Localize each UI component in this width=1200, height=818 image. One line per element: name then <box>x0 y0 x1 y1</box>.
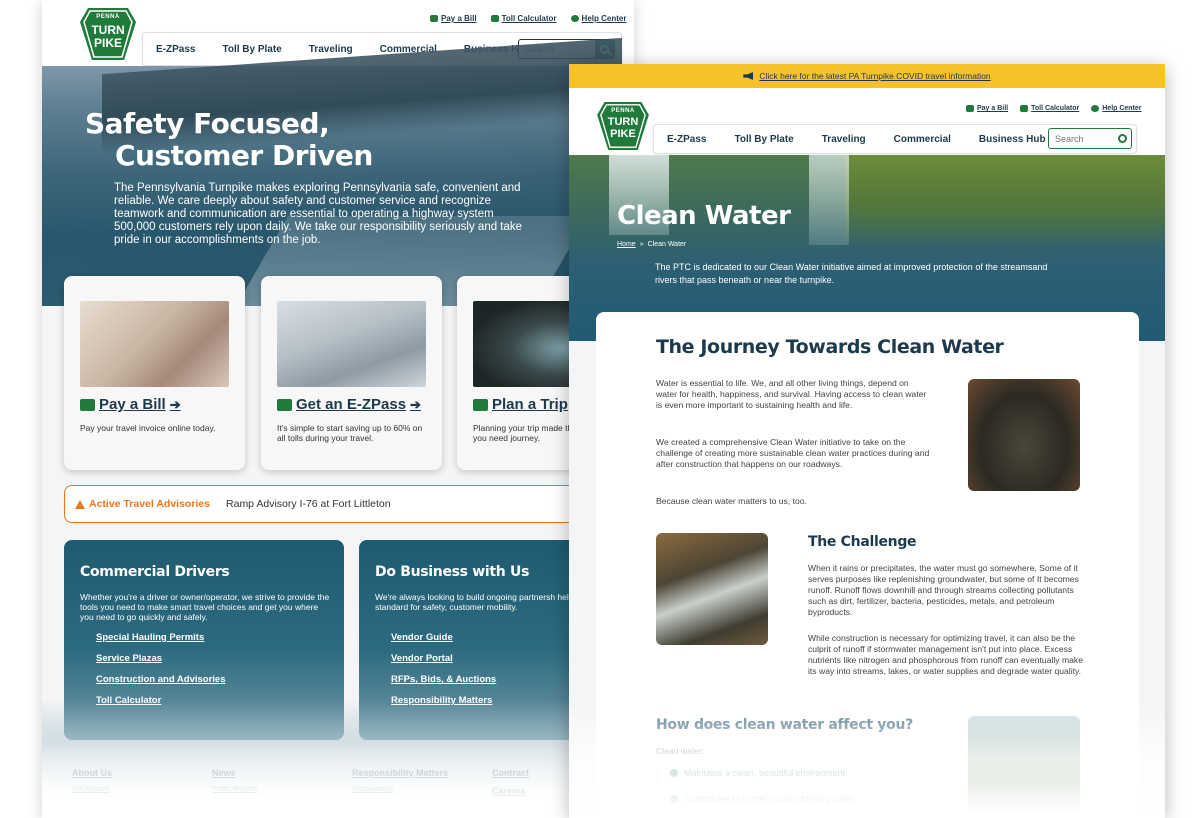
river-photo <box>968 716 1080 816</box>
utility-links: Pay a Bill Toll Calculator Help Center <box>966 105 1142 112</box>
hero-description: The PTC is dedicated to our Clean Water … <box>655 262 1048 285</box>
plan-trip-title[interactable]: Plan a Trip <box>473 396 568 413</box>
affect-heading: How does clean water affect you? <box>656 717 913 733</box>
nav-ezpass[interactable]: E-ZPass <box>667 134 706 145</box>
rfps-link[interactable]: RFPs, Bids, & Auctions <box>391 674 496 685</box>
initiative-paragraph: We created a comprehensive Clean Water i… <box>656 437 930 469</box>
footer-link[interactable]: News <box>212 768 352 778</box>
waterfall-photo <box>656 533 768 645</box>
foliage-image <box>845 155 1165 245</box>
construction-paragraph: While construction is necessary for opti… <box>808 633 1084 676</box>
help-center-link[interactable]: Help Center <box>1091 105 1142 112</box>
check-item: Maintains a clean, beautiful environment <box>670 768 845 778</box>
megaphone-icon <box>743 72 754 80</box>
special-hauling-link[interactable]: Special Hauling Permits <box>96 632 226 643</box>
covid-banner[interactable]: Click here for the latest PA Turnpike CO… <box>569 64 1165 88</box>
advisory-label: Active Travel Advisories <box>89 498 211 510</box>
panel-desc: Whether you're a driver or owner/operato… <box>80 592 330 622</box>
ezpass-title[interactable]: Get an E-ZPass ➔ <box>277 396 421 413</box>
help-icon <box>570 15 579 22</box>
help-icon <box>1091 105 1100 112</box>
homepage-window: PENNA TURN PIKE Pay a Bill Toll Calculat… <box>42 0 634 818</box>
nav-toll-by-plate[interactable]: Toll By Plate <box>222 44 281 55</box>
card-ezpass[interactable]: Get an E-ZPass ➔ It's simple to start sav… <box>261 276 442 470</box>
breadcrumb-home[interactable]: Home <box>617 241 636 248</box>
toll-calculator-link[interactable]: Toll Calculator <box>490 14 557 23</box>
search-button[interactable] <box>1113 129 1131 148</box>
help-center-link[interactable]: Help Center <box>570 14 626 23</box>
nav-toll-by-plate[interactable]: Toll By Plate <box>734 134 793 145</box>
car-icon <box>966 105 974 112</box>
toll-calculator-link[interactable]: Toll Calculator <box>1020 105 1079 112</box>
footer-sublink[interactable]: Our Mission <box>72 786 212 793</box>
service-plazas-link[interactable]: Service Plazas <box>96 653 226 664</box>
footer-fade <box>42 700 634 818</box>
search-input[interactable] <box>1049 133 1113 144</box>
arrow-right-icon: ➔ <box>410 396 421 412</box>
card-pay-bill[interactable]: Pay a Bill ➔ Pay your travel invoice onli… <box>64 276 245 470</box>
hero-title: Safety Focused, Customer Driven <box>85 107 373 172</box>
footer-link[interactable]: Responsibility Matters <box>352 768 492 778</box>
arrow-right-icon: ➔ <box>169 396 181 412</box>
footer-sublink[interactable]: Sustainability <box>352 786 492 793</box>
pay-bill-link[interactable]: Pay a Bill <box>966 105 1008 112</box>
ezpass-photo <box>277 301 426 387</box>
ezpass-desc: It's simple to start saving up to 60% on… <box>277 423 423 443</box>
panel-links: Special Hauling Permits Service Plazas C… <box>96 632 226 706</box>
calculator-icon <box>1020 105 1029 112</box>
car-icon <box>80 398 95 411</box>
construction-link[interactable]: Construction and Advisories <box>96 674 226 685</box>
turnpike-logo[interactable]: PENNA TURN PIKE <box>597 102 649 150</box>
pay-bill-link[interactable]: Pay a Bill <box>430 14 477 23</box>
main-content: The Journey Towards Clean Water Water is… <box>596 312 1139 818</box>
intro-paragraph: Water is essential to life. We, and all … <box>656 378 927 410</box>
panel-links: Vendor Guide Vendor Portal RFPs, Bids, &… <box>391 632 496 706</box>
panel-title: Do Business with Us <box>375 564 530 580</box>
vendor-portal-link[interactable]: Vendor Portal <box>391 653 496 664</box>
breadcrumb-current: Clean Water <box>647 241 687 248</box>
nav-ezpass[interactable]: E-ZPass <box>156 44 195 55</box>
panel-title: Commercial Drivers <box>80 564 230 580</box>
nav-commercial[interactable]: Commercial <box>894 134 951 145</box>
nav-traveling[interactable]: Traveling <box>309 44 353 55</box>
warning-icon <box>75 499 85 509</box>
vendor-guide-link[interactable]: Vendor Guide <box>391 632 496 643</box>
ezpass-icon <box>277 398 292 411</box>
clean-water-window: Click here for the latest PA Turnpike CO… <box>569 64 1165 818</box>
travel-advisory-bar[interactable]: Active Travel Advisories Ramp Advisory I… <box>64 485 624 523</box>
challenge-heading: The Challenge <box>808 534 917 550</box>
pay-bill-title[interactable]: Pay a Bill ➔ <box>80 396 181 413</box>
duck-pond-photo <box>968 379 1080 491</box>
utility-links: Pay a Bill Toll Calculator Help Center <box>430 14 626 23</box>
footer-links: About Us Our Mission News Traffic Reports … <box>72 768 632 796</box>
nav-traveling[interactable]: Traveling <box>822 134 866 145</box>
footer-link[interactable]: About Us <box>72 768 212 778</box>
tagline-paragraph: Because clean water matters to us, too. <box>656 496 807 506</box>
breadcrumb: Home » Clean Water <box>617 241 686 248</box>
turnpike-logo[interactable]: PENNA TURN PIKE <box>80 8 136 60</box>
section-heading: The Journey Towards Clean Water <box>656 336 1004 358</box>
site-header: PENNA TURN PIKE Pay a Bill Toll Calculat… <box>569 88 1165 155</box>
car-icon <box>430 15 438 22</box>
map-icon <box>473 398 488 411</box>
waterfall-image <box>809 155 849 245</box>
advisory-text: Ramp Advisory I-76 at Fort Littleton <box>226 498 391 510</box>
pay-bill-desc: Pay your travel invoice online today. <box>80 423 216 433</box>
credit-card-photo <box>80 301 229 387</box>
hero-description: The Pennsylvania Turnpike makes explorin… <box>114 182 523 246</box>
covid-link[interactable]: Click here for the latest PA Turnpike CO… <box>759 71 990 81</box>
page-title: Clean Water <box>617 201 791 231</box>
check-icon <box>670 769 678 777</box>
search-box <box>1048 128 1132 149</box>
search-icon <box>1117 134 1127 143</box>
nav-business-hub[interactable]: Business Hub <box>979 134 1046 145</box>
footer-sublink[interactable]: Traffic Reports <box>212 786 352 793</box>
affect-intro: Clean water: <box>656 746 705 756</box>
challenge-paragraph: When it rains or precipitates, the water… <box>808 563 1079 617</box>
check-item: Contributes to higher quality drinking w… <box>670 794 855 804</box>
breadcrumb-separator: » <box>639 241 644 248</box>
calculator-icon <box>490 15 499 22</box>
check-icon <box>670 795 678 803</box>
